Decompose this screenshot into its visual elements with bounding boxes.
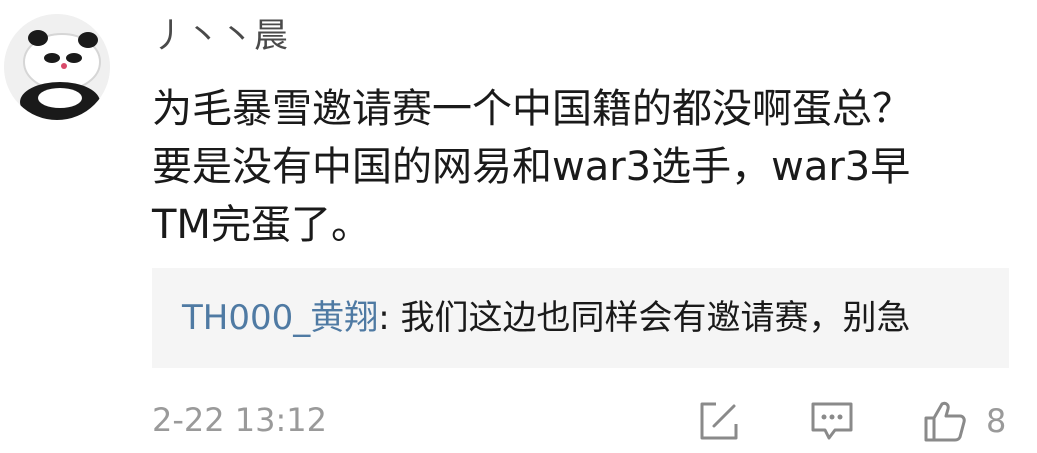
comment-line: 为毛暴雪邀请赛一个中国籍的都没啊蛋总？ (152, 86, 912, 132)
comment-content: 为毛暴雪邀请赛一个中国籍的都没啊蛋总？ 要是没有中国的网易和war3选手，war… (152, 80, 982, 254)
reply-separator: : (378, 298, 401, 338)
reply-author[interactable]: TH000_黄翔 (182, 298, 378, 338)
reply-box[interactable]: TH000_黄翔: 我们这边也同样会有邀请赛，别急 (152, 268, 1009, 368)
thumbs-up-icon (924, 401, 966, 442)
comment-line: TM完蛋了。 (152, 202, 371, 248)
edit-icon (700, 402, 738, 440)
panda-avatar-icon (4, 14, 110, 120)
comment-line: 要是没有中国的网易和war3选手，war3早 (152, 144, 911, 190)
comment-icon (811, 402, 853, 440)
avatar[interactable] (4, 14, 110, 120)
username[interactable]: 丿丶丶晨 (152, 14, 288, 58)
reply-message: 我们这边也同样会有邀请赛，别急 (400, 298, 911, 338)
like-count: 8 (986, 402, 1007, 440)
edit-button[interactable] (696, 398, 742, 444)
like-button[interactable]: 8 (922, 398, 1006, 444)
reply-text: TH000_黄翔: 我们这边也同样会有邀请赛，别急 (182, 296, 911, 340)
comment-item: 丿丶丶晨 为毛暴雪邀请赛一个中国籍的都没啊蛋总？ 要是没有中国的网易和war3选… (0, 0, 1037, 453)
reply-button[interactable] (809, 398, 855, 444)
timestamp: 2-22 13:12 (152, 401, 328, 439)
